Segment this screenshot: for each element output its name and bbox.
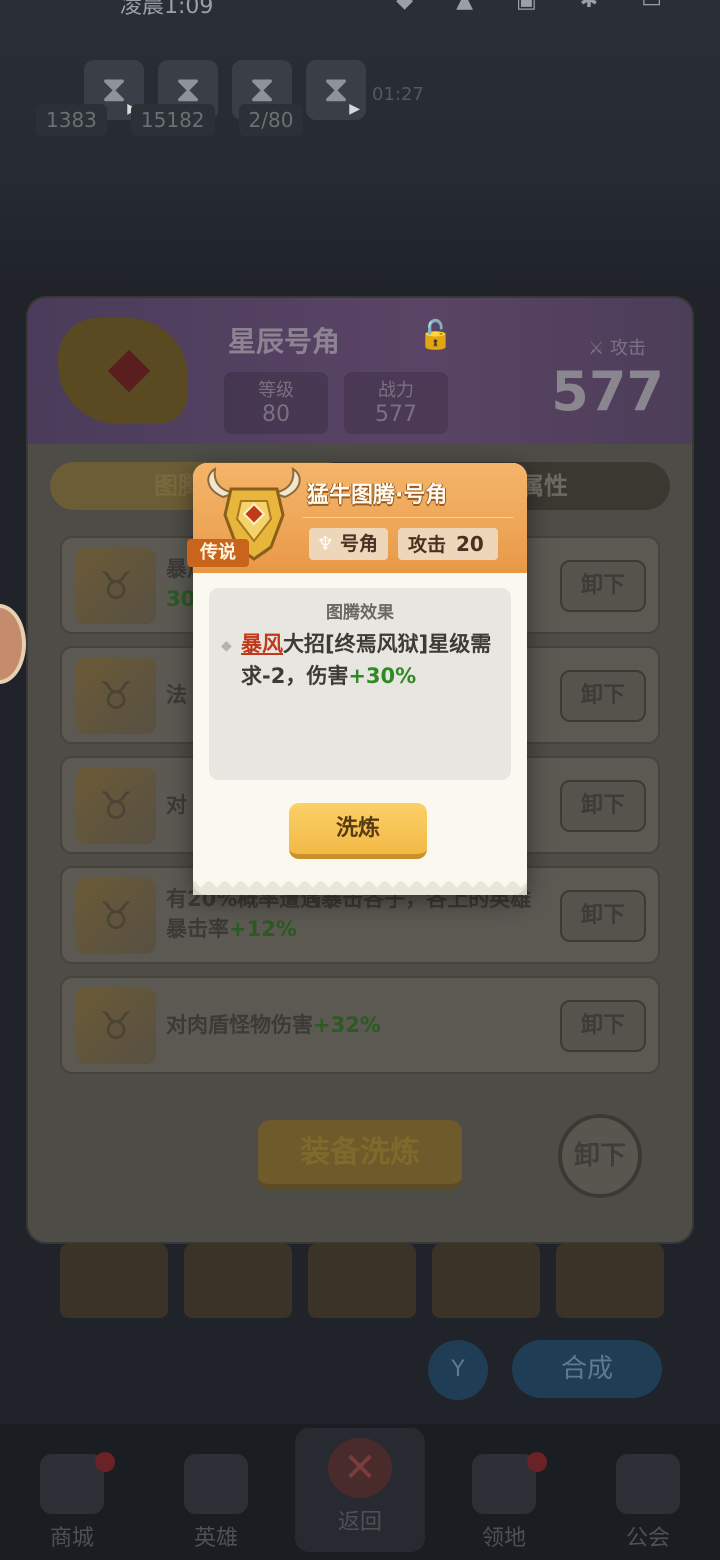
y-button[interactable]: Y: [428, 1340, 488, 1400]
nav-label: 返回: [337, 1510, 382, 1535]
planet-icon: [616, 1454, 680, 1514]
sword-icon: ⚔: [588, 338, 610, 359]
bull-totem-icon: ♉: [76, 548, 156, 624]
gem-count: 1383: [36, 104, 107, 136]
badge-dot: [95, 1452, 115, 1472]
totem-text: 有20%概率遭遇暴击各子，各上的英雄暴击率: [166, 887, 532, 941]
background-top: [0, 0, 720, 300]
timer-button-4[interactable]: ⧗ ▶: [306, 60, 366, 120]
inventory-item[interactable]: [308, 1244, 416, 1318]
inventory-item[interactable]: [556, 1244, 664, 1318]
tab-attributes[interactable]: 属性: [520, 462, 568, 510]
totem-text: 对: [166, 793, 187, 817]
resource-timer: 01:27: [372, 84, 424, 105]
equipment-header: 星辰号角 🔓 等级 80 战力 577 ⚔ 攻击 577: [28, 298, 692, 444]
effect-box: 图腾效果 ◆ 暴风大招[终焉风狱]星级需求-2，伤害+30%: [209, 588, 511, 780]
bull-totem-icon: ♉: [76, 658, 156, 734]
inventory-item[interactable]: [184, 1244, 292, 1318]
diamond-bullet-icon: ◆: [221, 638, 232, 654]
bull-totem-icon: ♉: [76, 878, 156, 954]
unequip-button[interactable]: 卸下: [560, 890, 646, 942]
nav-heroes[interactable]: 英雄: [151, 1454, 281, 1552]
hourglass-icon: ⧗: [323, 69, 349, 110]
power-label: 战力: [378, 380, 414, 401]
nav-guild[interactable]: 公会: [583, 1454, 713, 1552]
list-item: ♉ 对肉盾怪物伤害+32% 卸下: [60, 976, 660, 1074]
nav-label: 领地: [481, 1526, 526, 1551]
resource-bar: 1383 15182 2/80: [36, 104, 304, 136]
unequip-button[interactable]: 卸下: [560, 780, 646, 832]
wash-button[interactable]: 洗炼: [289, 803, 427, 859]
nav-label: 公会: [625, 1526, 670, 1551]
effect-bonus: +30%: [348, 664, 417, 688]
close-icon: ✕: [328, 1438, 392, 1498]
stamina-count: 2/80: [238, 104, 304, 136]
totem-detail-popup: 猛牛图腾·号角 ♆ 号角 攻击 20 传说 图腾效果 ◆ 暴风大招[终焉风狱]星级需…: [187, 463, 527, 895]
unequip-button[interactable]: 卸下: [560, 1000, 646, 1052]
nav-label: 商城: [49, 1526, 94, 1551]
level-value: 80: [262, 402, 290, 427]
attack-label: ⚔ 攻击: [588, 334, 646, 360]
avatar[interactable]: [0, 604, 26, 684]
horn-icon: ♆: [317, 533, 335, 555]
play-icon: ▶: [349, 101, 360, 117]
nav-back[interactable]: ✕ 返回: [295, 1428, 425, 1552]
hero-icon: [184, 1454, 248, 1514]
equipment-refine-button[interactable]: 装备洗炼: [258, 1120, 462, 1190]
effect-description: 暴风大招[终焉风狱]星级需求-2，伤害+30%: [241, 628, 503, 692]
level-label: 等级: [258, 380, 294, 401]
totem-bonus: +32%: [313, 1013, 381, 1037]
unequip-button[interactable]: 卸下: [560, 670, 646, 722]
attack-badge: 攻击 20: [398, 528, 498, 560]
unequip-all-button[interactable]: 卸下: [558, 1114, 642, 1198]
nav-label: 英雄: [193, 1526, 238, 1551]
gold-count: 15182: [130, 104, 215, 136]
badge-dot: [527, 1452, 547, 1472]
bull-totem-icon: ♉: [76, 988, 156, 1064]
gem-icon: [107, 349, 151, 393]
unequip-button[interactable]: 卸下: [560, 560, 646, 612]
power-stat: 战力 577: [344, 372, 448, 434]
nav-territory[interactable]: 领地: [439, 1452, 569, 1552]
nav-shop[interactable]: 商城: [7, 1452, 137, 1552]
rarity-badge: 传说: [187, 539, 249, 567]
inventory-row: [60, 1244, 664, 1318]
attack-label-text: 攻击: [610, 338, 646, 359]
attack-value: 577: [551, 360, 664, 423]
totem-text: 对肉盾怪物伤害: [166, 1013, 313, 1037]
equipment-stats: 等级 80 战力 577: [224, 372, 448, 434]
attack-value: 20: [456, 532, 484, 556]
horn-equipment-icon: [58, 318, 188, 424]
slot-badge: ♆ 号角: [309, 528, 389, 560]
bull-totem-icon: ♉: [76, 768, 156, 844]
power-value: 577: [375, 402, 417, 427]
status-icons: ◆ ▲ ▣ ✱ ▭: [396, 0, 680, 13]
bottom-nav: 商城 英雄 ✕ 返回 领地 公会: [0, 1424, 720, 1560]
lock-icon[interactable]: 🔓: [418, 318, 453, 351]
status-time: 凌晨1:09: [120, 0, 214, 19]
equipment-title: 星辰号角: [228, 325, 341, 358]
merge-button[interactable]: 合成: [512, 1340, 662, 1398]
effect-keyword[interactable]: 暴风: [241, 632, 283, 656]
inventory-item[interactable]: [60, 1244, 168, 1318]
popup-bottom-edge: [193, 881, 527, 895]
totem-text: 法: [166, 683, 187, 707]
totem-bonus: +12%: [229, 917, 297, 941]
totem-description: 对肉盾怪物伤害+32%: [166, 1010, 552, 1040]
level-stat: 等级 80: [224, 372, 328, 434]
status-bar: 凌晨1:09 ◆ ▲ ▣ ✱ ▭: [0, 0, 720, 20]
attack-label: 攻击: [408, 534, 447, 556]
inventory-item[interactable]: [432, 1244, 540, 1318]
slot-label: 号角: [340, 533, 379, 555]
effect-title: 图腾效果: [326, 603, 394, 623]
totem-name: 猛牛图腾·号角: [307, 483, 448, 508]
